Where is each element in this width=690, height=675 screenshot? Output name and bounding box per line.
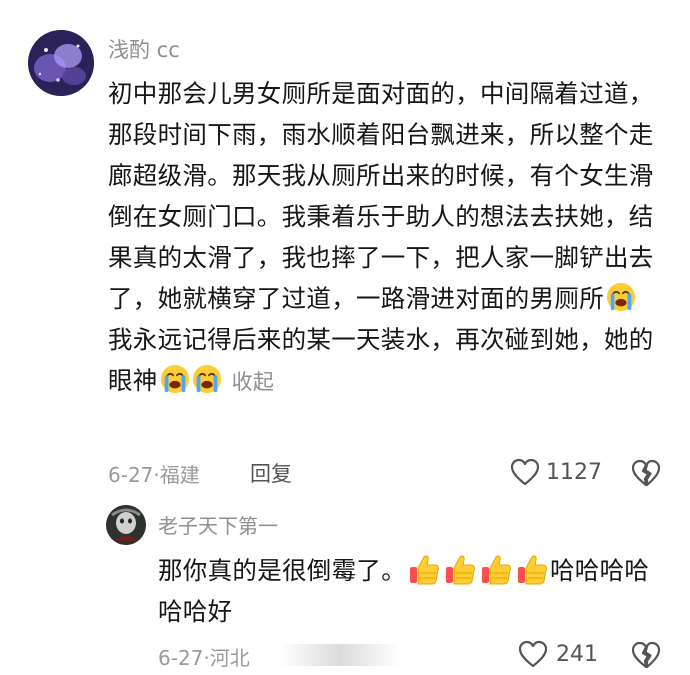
comment-text-1: 初中那会儿男女厕所是面对面的，中间隔着过道，那段时间下雨，雨水顺着阳台飘进来，所… [108, 79, 654, 313]
cry-icon [606, 282, 636, 312]
reply-username[interactable]: 老子天下第一 [158, 510, 278, 539]
reply-dislike-button[interactable] [631, 641, 661, 669]
reply-like-count: 241 [556, 641, 598, 667]
reply-text-before: 那你真的是很倒霉了。 [158, 556, 406, 585]
thumbs-up-icon [479, 552, 513, 586]
reply-button[interactable]: 回复 [250, 458, 292, 488]
heart-icon [510, 458, 540, 486]
comment-date: 6-27 [108, 463, 154, 487]
like-count: 1127 [546, 459, 602, 485]
reply-date: 6-27 [158, 646, 204, 670]
dislike-button[interactable] [631, 459, 661, 487]
watermark [280, 644, 400, 666]
like-button[interactable]: 1127 [510, 458, 602, 486]
comment-body: 初中那会儿男女厕所是面对面的，中间隔着过道，那段时间下雨，雨水顺着阳台飘进来，所… [108, 73, 660, 403]
cry-icon [192, 364, 222, 394]
comment-meta: 6-27·福建 [108, 459, 200, 488]
broken-heart-icon [631, 641, 661, 669]
comment-paragraph-2: 我永远记得后来的某一天装水，再次碰到她，她的眼神 收起 [108, 319, 660, 403]
thumbs-up-icon [515, 552, 549, 586]
reply-body: 那你真的是很倒霉了。 哈哈哈哈哈哈好 [158, 550, 658, 632]
heart-icon [518, 640, 548, 668]
thumbs-up-icon [443, 552, 477, 586]
cry-icon [160, 364, 190, 394]
avatar[interactable] [28, 30, 94, 96]
reply-location: 河北 [209, 646, 250, 670]
reply-meta: 6-27·河北 [158, 642, 250, 671]
comment-thread: 浅酌 cc 初中那会儿男女厕所是面对面的，中间隔着过道，那段时间下雨，雨水顺着阳… [0, 0, 690, 675]
comment-location: 福建 [159, 463, 200, 487]
broken-heart-icon [631, 459, 661, 487]
comment-text-2: 我永远记得后来的某一天装水，再次碰到她，她的眼神 [108, 325, 654, 395]
comment-paragraph-1: 初中那会儿男女厕所是面对面的，中间隔着过道，那段时间下雨，雨水顺着阳台飘进来，所… [108, 73, 660, 319]
thumbs-up-icon [407, 552, 441, 586]
reply-like-button[interactable]: 241 [518, 640, 598, 668]
reply-avatar[interactable] [106, 505, 146, 545]
collapse-link[interactable]: 收起 [232, 370, 275, 394]
username[interactable]: 浅酌 cc [108, 34, 180, 64]
